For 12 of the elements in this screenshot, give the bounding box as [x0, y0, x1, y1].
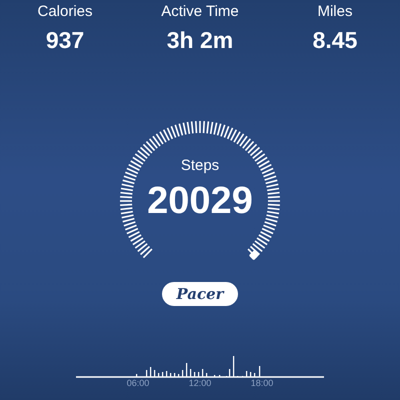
- stat-value: 3h 2m: [166, 26, 234, 55]
- brand-logo: Pacer: [162, 282, 238, 306]
- stat-value: 8.45: [312, 26, 358, 55]
- steps-count: 20029: [147, 180, 253, 223]
- stat-label: Active Time: [161, 3, 239, 21]
- stat-value: 937: [46, 26, 84, 55]
- axis-label: 18:00: [250, 378, 274, 388]
- stat-label: Calories: [37, 3, 93, 21]
- steps-label: Steps: [180, 157, 220, 174]
- axis-label: 06:00: [126, 378, 150, 388]
- axis-label: 12:00: [188, 378, 212, 388]
- stat-label: Miles: [317, 3, 352, 21]
